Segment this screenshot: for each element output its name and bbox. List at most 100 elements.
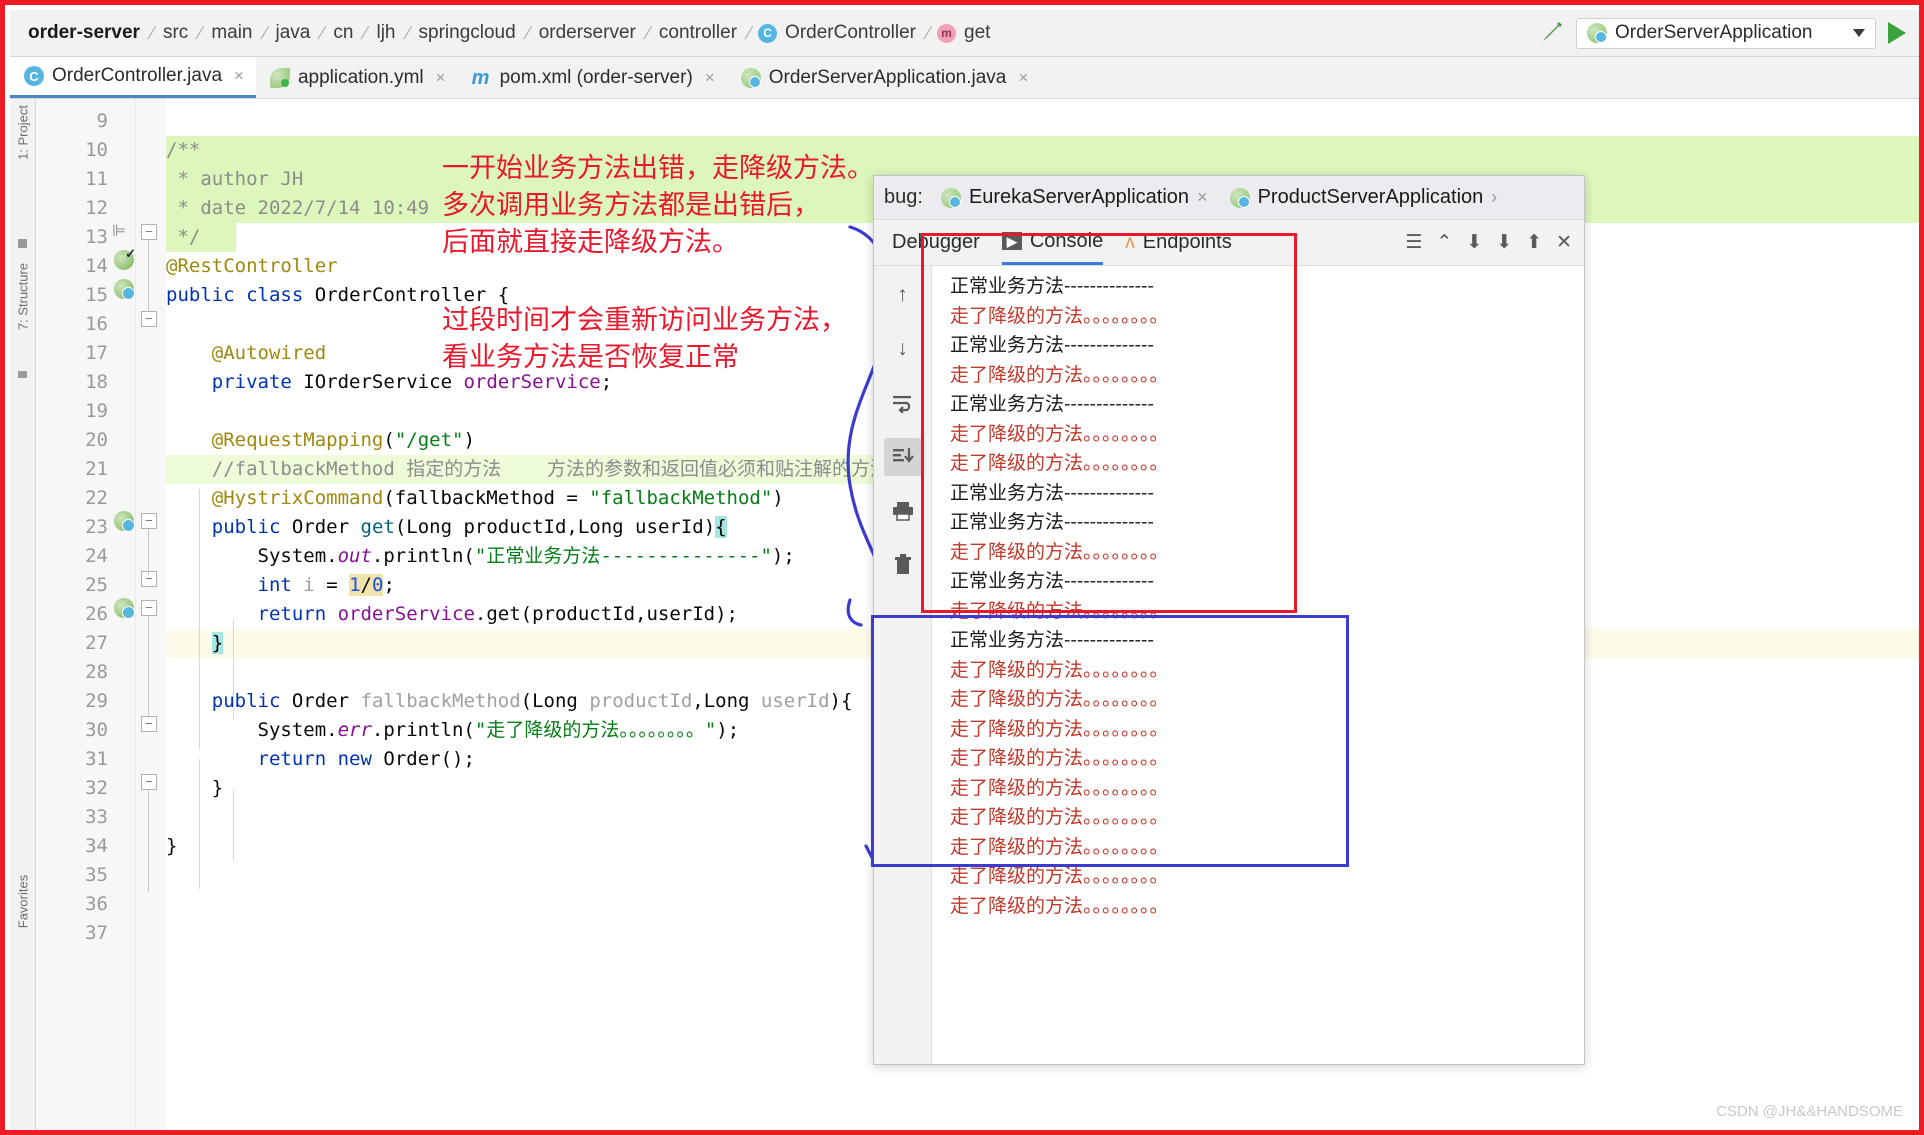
breadcrumb-item-java[interactable]: java	[274, 22, 313, 44]
breadcrumb-item-ordercontroller[interactable]: C OrderController	[758, 22, 918, 44]
breadcrumb-separator: /	[194, 22, 206, 43]
method-badge-icon: m	[937, 23, 956, 43]
run-play-icon[interactable]	[1888, 22, 1906, 44]
debug-app-tab-eurekaserverapplication[interactable]: EurekaServerApplication ×	[933, 186, 1216, 209]
rail-label-project[interactable]: 1: Project	[16, 98, 31, 168]
java-class-icon: C	[24, 66, 44, 86]
yaml-leaf-icon	[269, 67, 290, 88]
chevron-down-icon[interactable]	[1853, 29, 1865, 37]
close-icon[interactable]: ×	[705, 68, 715, 88]
fold-mark-method-get-close[interactable]: −	[141, 716, 157, 732]
run-configuration-selector[interactable]: OrderServerApplication	[1576, 17, 1876, 49]
close-icon[interactable]: ×	[436, 68, 446, 88]
line-number: 16	[85, 313, 108, 335]
fold-mark-method-fallback[interactable]: −	[141, 774, 157, 790]
spring-autowired-gutter-icon[interactable]	[114, 511, 135, 532]
fold-mark-javadoc-end[interactable]: −	[141, 311, 157, 327]
spring-component-gutter-icon[interactable]	[114, 279, 135, 300]
line-number: 37	[85, 922, 108, 944]
breadcrumb-label: orderserver	[538, 22, 636, 43]
fold-mark-method-get[interactable]: −	[141, 600, 157, 616]
spring-mapping-gutter-icon[interactable]	[114, 598, 135, 619]
debug-app-tab-productserverapplication[interactable]: ProductServerApplication ›	[1222, 186, 1506, 209]
debug-tab-debugger[interactable]: Debugger	[892, 220, 980, 265]
debug-tab-endpoints[interactable]: ᴧ Endpoints	[1125, 220, 1231, 265]
fold-mark-javadoc[interactable]: −	[141, 224, 157, 240]
clear-console[interactable]	[884, 546, 922, 584]
close-icon[interactable]: ×	[1197, 187, 1208, 208]
close-icon[interactable]: ›	[1491, 187, 1497, 208]
menu-icon[interactable]: ☰	[1405, 231, 1422, 254]
code-line[interactable]	[166, 107, 1919, 136]
console-line-err: 走了降级的方法。。。。。。。。	[950, 865, 1169, 887]
console-line-err: 走了降级的方法。。。。。。。。	[950, 717, 1169, 740]
close-icon[interactable]: ×	[1018, 68, 1028, 88]
fold-line-b	[148, 616, 149, 718]
export-icon[interactable]: ⌃	[1436, 231, 1452, 254]
download-all-icon[interactable]: ⬇	[1496, 231, 1512, 254]
code-folding-column[interactable]	[136, 99, 166, 1130]
line-number: 35	[85, 864, 108, 886]
indent-guide-1	[199, 489, 200, 749]
editor-tab-orderserverapplication-java[interactable]: OrderServerApplication.java ×	[727, 57, 1041, 98]
scroll-to-end[interactable]	[883, 438, 922, 476]
editor-tab-pom-xml-order-server-[interactable]: m pom.xml (order-server) ×	[458, 57, 727, 98]
breadcrumb-separator: /	[401, 22, 413, 43]
console-line-err: 走了降级的方法。。。。。。。。	[950, 776, 1169, 799]
line-number: 22	[85, 487, 108, 509]
breadcrumb-item-get[interactable]: m get	[937, 22, 992, 44]
fold-line-javadoc	[148, 240, 149, 312]
console-line-err: 走了降级的方法。。。。。。。。	[950, 658, 1169, 681]
debug-tool-window[interactable]: bug: EurekaServerApplication × ProductServ…	[873, 175, 1585, 1065]
springboot-icon	[940, 187, 961, 208]
breadcrumb-label: get	[964, 22, 991, 43]
breadcrumb-item-orderserver[interactable]: orderserver	[537, 22, 638, 44]
debug-tab-label: Debugger	[892, 231, 980, 253]
breadcrumb-item-controller[interactable]: controller	[657, 22, 739, 44]
javadoc-gutter-icon[interactable]: ⊫	[112, 221, 126, 241]
console-line-out: 正常业务方法--------------	[950, 393, 1154, 415]
previous-occurrence[interactable]: ↑	[884, 276, 922, 314]
next-occurrence[interactable]: ↓	[884, 330, 922, 368]
rail-label-favorites[interactable]: Favorites	[16, 867, 31, 937]
soft-wrap-toggle[interactable]	[884, 384, 922, 422]
close-icon[interactable]: ✕	[1556, 231, 1572, 254]
console-line-out: 正常业务方法--------------	[950, 511, 1154, 533]
code-line[interactable]: /**	[166, 136, 1919, 165]
line-number: 33	[85, 806, 108, 828]
rail-square-2	[18, 371, 27, 378]
editor-tab-ordercontroller-java[interactable]: C OrderController.java ×	[10, 57, 256, 98]
debug-tab-console[interactable]: ▶ Console	[1001, 220, 1104, 265]
breadcrumb-label: main	[211, 22, 253, 43]
breadcrumb-item-ljh[interactable]: ljh	[374, 22, 397, 44]
breadcrumb-item-src[interactable]: src	[161, 22, 190, 44]
console-output[interactable]: 正常业务方法-------------- 走了降级的方法。。。。。。。。 正常业务方…	[932, 266, 1584, 1064]
breadcrumb-item-main[interactable]: main	[209, 22, 254, 44]
debug-tab-row: Debugger ▶ Console ᴧ Endpoints ☰ ⌃ ⬇ ⬇ ⬆ ✕	[874, 220, 1584, 266]
breadcrumb-label: order-server	[28, 22, 140, 43]
close-icon[interactable]: ×	[234, 66, 244, 86]
breadcrumb-item-springcloud[interactable]: springcloud	[417, 22, 518, 44]
console-line-err: 走了降级的方法。。。。。。。。	[950, 304, 1169, 327]
fold-mark-annotation[interactable]: −	[141, 571, 157, 587]
console-line-err: 走了降级的方法。。。。。。。。	[950, 422, 1169, 445]
line-number: 11	[85, 168, 108, 190]
upload-icon[interactable]: ⬆	[1526, 231, 1542, 254]
line-number: 10	[85, 139, 108, 161]
line-number: 18	[85, 371, 108, 393]
fold-mark-method-get-start[interactable]: −	[141, 513, 157, 529]
indent-guide-4	[233, 789, 234, 861]
line-number: 36	[85, 893, 108, 915]
line-number: 34	[85, 835, 108, 857]
class-badge-icon: C	[758, 23, 778, 43]
download-icon[interactable]: ⬇	[1466, 231, 1482, 254]
breadcrumb-item-cn[interactable]: cn	[331, 22, 355, 44]
rail-label-structure[interactable]: 7: Structure	[16, 262, 31, 332]
build-hammer-icon[interactable]	[1538, 20, 1564, 46]
editor-tab-label: OrderController.java	[52, 65, 223, 86]
breadcrumb-item-order-server[interactable]: order-server	[26, 22, 142, 44]
print-output[interactable]	[884, 492, 922, 530]
console-line-out: 正常业务方法--------------	[950, 629, 1154, 651]
spring-bean-gutter-icon[interactable]	[114, 246, 136, 270]
editor-tab-application-yml[interactable]: application.yml ×	[256, 57, 458, 98]
